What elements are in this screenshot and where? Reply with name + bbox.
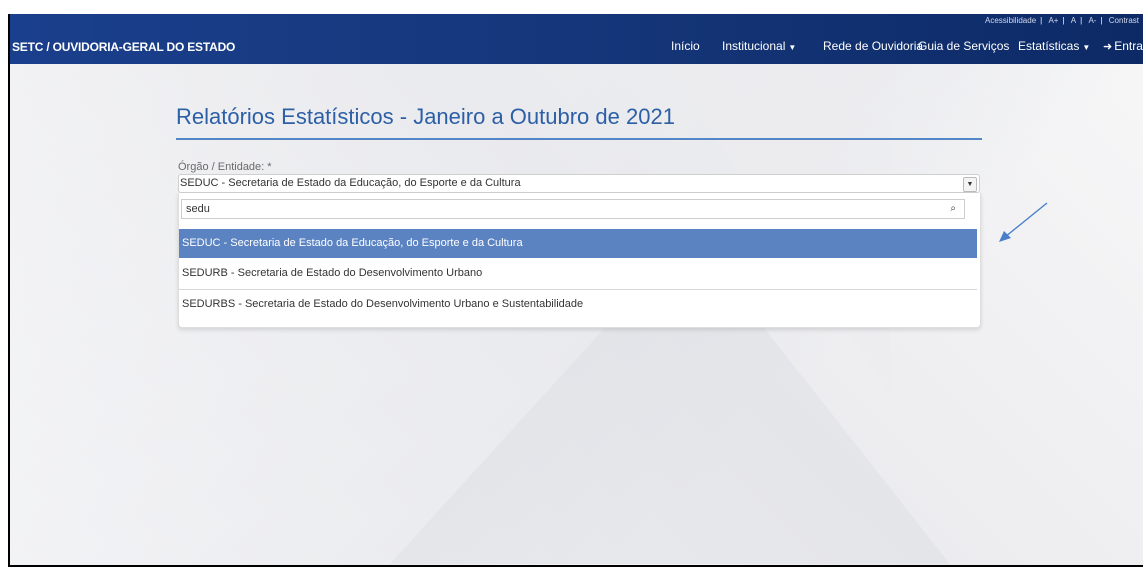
menu-guia-servicos[interactable]: Guia de Serviços bbox=[918, 39, 1009, 53]
caret-down-icon: ▼ bbox=[788, 43, 797, 52]
font-normal-link[interactable]: A bbox=[1071, 16, 1076, 25]
contrast-link[interactable]: Contrast bbox=[1109, 16, 1139, 25]
orgao-select[interactable]: SEDUC - Secretaria de Estado da Educação… bbox=[178, 174, 980, 193]
menu-inicio[interactable]: Início bbox=[671, 39, 700, 53]
accessibility-link[interactable]: Acessibilidade bbox=[985, 16, 1036, 25]
field-label: Órgão / Entidade: * bbox=[178, 161, 272, 173]
annotation-arrow-icon bbox=[999, 202, 1048, 242]
login-label: Entrar bbox=[1114, 39, 1143, 53]
navbar: SETC / OUVIDORIA-GERAL DO ESTADO Acessib… bbox=[10, 14, 1143, 64]
dropdown-arrow-icon[interactable]: ▼ bbox=[963, 177, 977, 192]
option-seduc[interactable]: SEDUC - Secretaria de Estado da Educação… bbox=[179, 229, 977, 258]
search-input[interactable]: sedu ⌕ bbox=[181, 199, 965, 219]
select-dropdown: sedu ⌕ SEDUC - Secretaria de Estado da E… bbox=[178, 193, 981, 328]
page-frame: SETC / OUVIDORIA-GERAL DO ESTADO Acessib… bbox=[8, 14, 1143, 567]
menu-estatisticas-label: Estatísticas bbox=[1018, 39, 1080, 53]
login-icon: ➜ bbox=[1103, 41, 1113, 53]
menu-institucional[interactable]: Institucional ▼ bbox=[722, 39, 796, 53]
search-input-value: sedu bbox=[186, 203, 210, 215]
caret-down-icon: ▼ bbox=[1082, 43, 1091, 52]
brand-title[interactable]: SETC / OUVIDORIA-GERAL DO ESTADO bbox=[12, 40, 235, 54]
menu-institucional-label: Institucional bbox=[722, 39, 786, 53]
menu-rede-ouvidoria[interactable]: Rede de Ouvidoria bbox=[823, 39, 923, 53]
font-decrease-link[interactable]: A- bbox=[1088, 16, 1096, 25]
page-title: Relatórios Estatísticos - Janeiro a Outu… bbox=[176, 104, 982, 140]
option-sedurb[interactable]: SEDURB - Secretaria de Estado do Desenvo… bbox=[179, 259, 977, 288]
font-increase-link[interactable]: A+ bbox=[1048, 16, 1058, 25]
accessibility-bar: Acessibilidade | A+ | A | A- | Contrast bbox=[985, 16, 1139, 25]
menu-estatisticas[interactable]: Estatísticas ▼ bbox=[1018, 39, 1090, 53]
option-sedurbs[interactable]: SEDURBS - Secretaria de Estado do Desenv… bbox=[179, 289, 977, 318]
login-button[interactable]: ➜Entrar bbox=[1103, 39, 1143, 53]
select-value: SEDUC - Secretaria de Estado da Educação… bbox=[180, 177, 521, 189]
search-icon: ⌕ bbox=[950, 203, 956, 214]
